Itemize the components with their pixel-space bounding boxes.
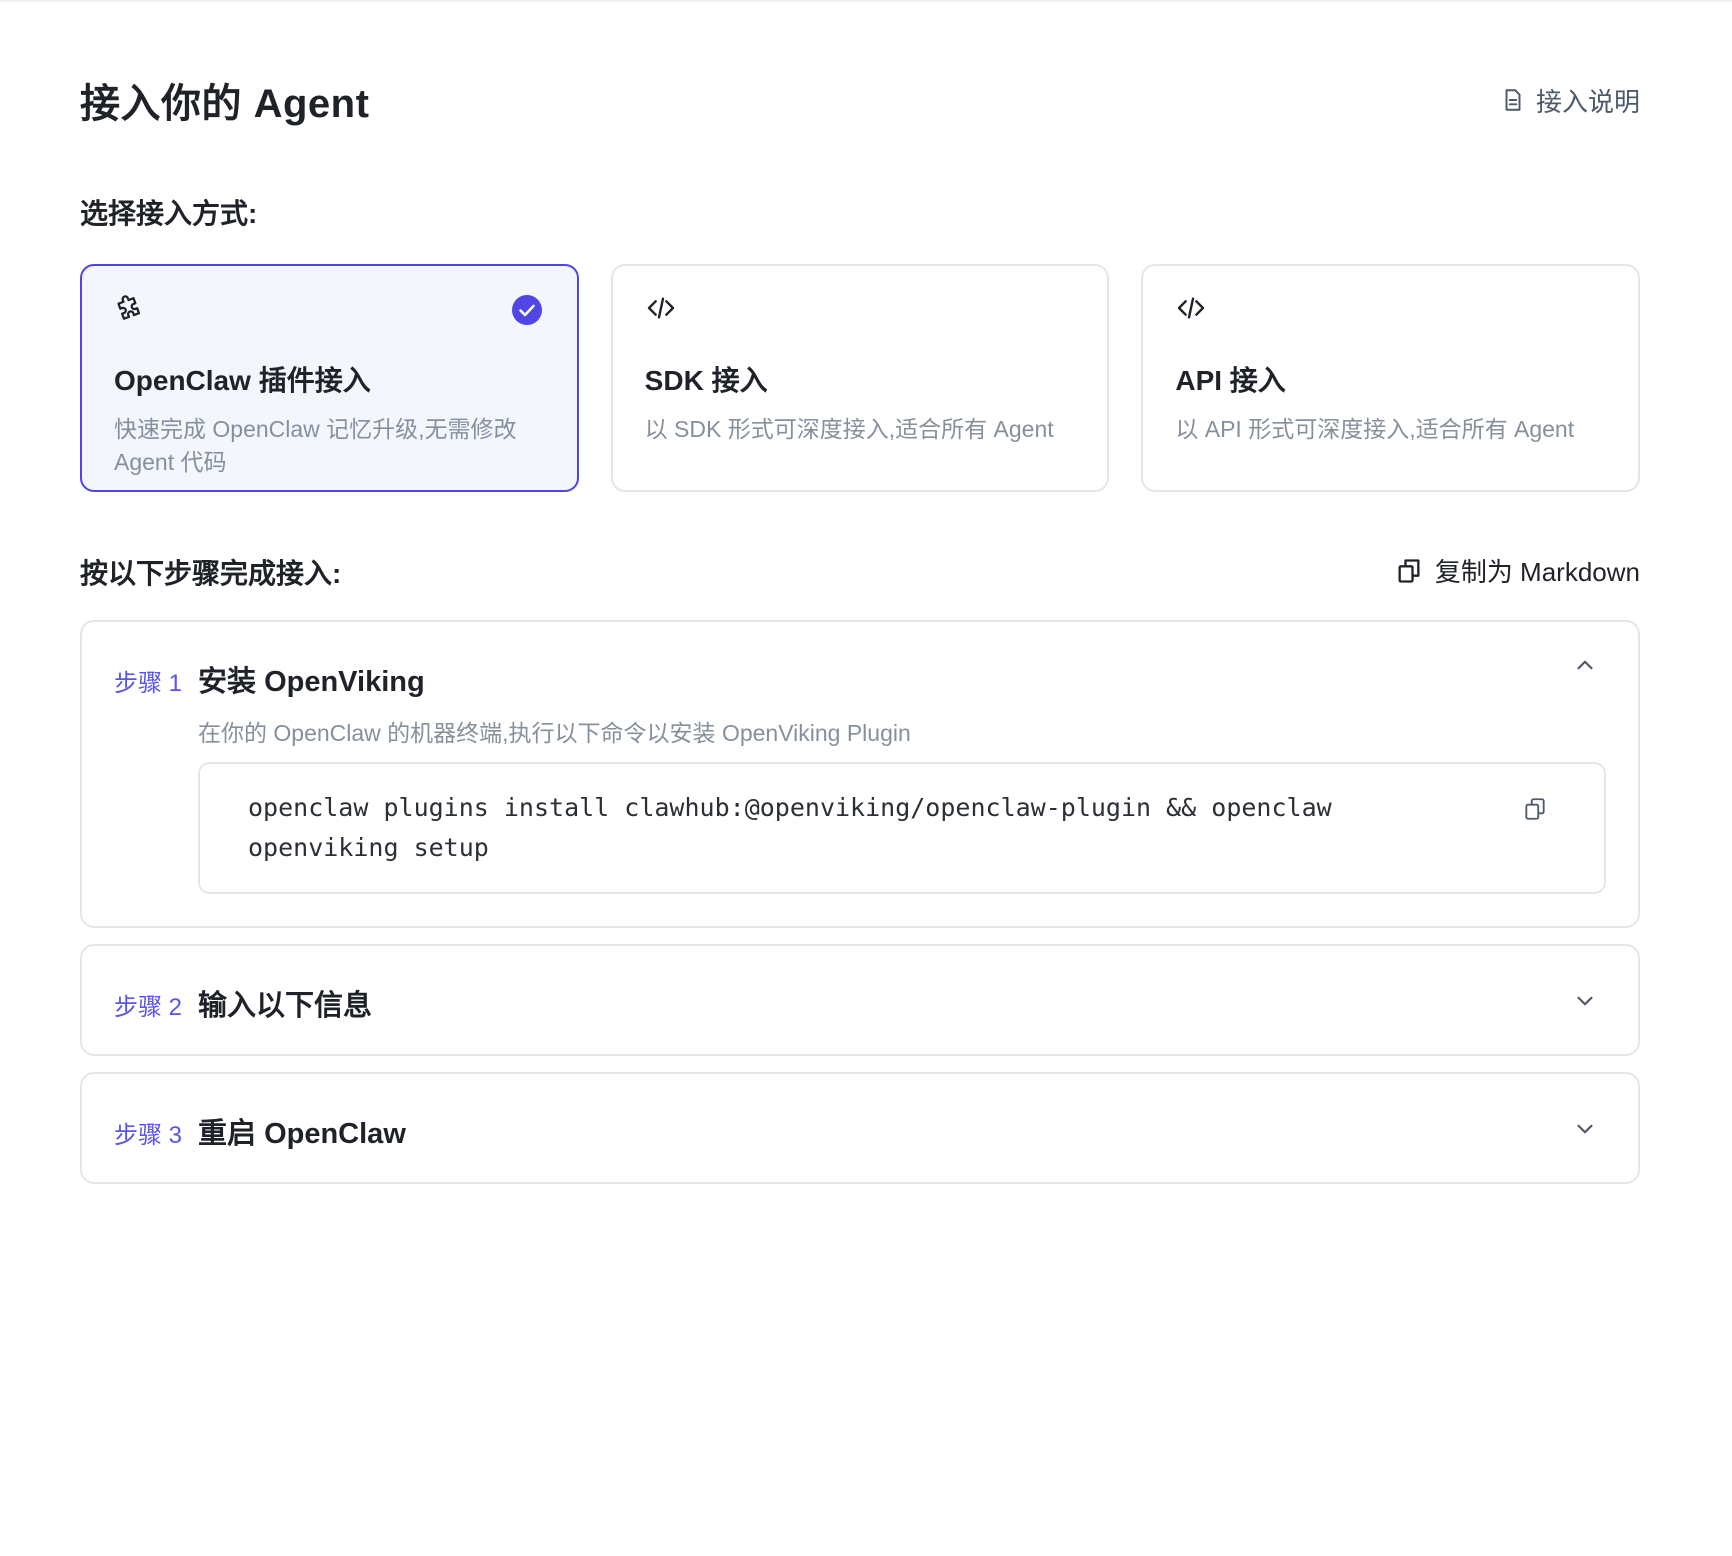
page: 接入你的 Agent 接入说明 选择接入方式: OpenClaw 插件接入 快速… bbox=[0, 0, 1732, 1556]
step-1-header[interactable]: 步骤 1 安装 OpenViking bbox=[114, 658, 425, 700]
step-number: 步骤 1 bbox=[114, 670, 183, 697]
mode-card-description: 以 API 形式可深度接入,适合所有 Agent bbox=[1175, 416, 1575, 442]
page-title: 接入你的 Agent bbox=[80, 82, 370, 126]
step-1-panel: 步骤 1 安装 OpenViking 在你的 OpenClaw 的机器终端,执行… bbox=[80, 620, 1640, 928]
copy-markdown-label: 复制为 Markdown bbox=[1434, 557, 1640, 587]
step-number: 步骤 2 bbox=[114, 994, 183, 1021]
step-title: 输入以下信息 bbox=[198, 990, 373, 1022]
step-title: 重启 OpenClaw bbox=[198, 1118, 406, 1150]
mode-card-openclaw[interactable]: OpenClaw 插件接入 快速完成 OpenClaw 记忆升级,无需修改 Ag… bbox=[80, 264, 579, 492]
code-icon bbox=[1178, 297, 1205, 319]
mode-card-title: SDK 接入 bbox=[644, 365, 768, 396]
puzzle-icon bbox=[117, 295, 141, 320]
top-divider bbox=[0, 0, 1732, 2]
guide-link-label: 接入说明 bbox=[1535, 86, 1640, 117]
document-icon bbox=[1505, 89, 1521, 111]
step-2-header[interactable]: 步骤 2 输入以下信息 bbox=[114, 982, 372, 1024]
check-circle-icon bbox=[511, 295, 542, 325]
mode-card-title: API 接入 bbox=[1175, 365, 1286, 396]
header: 接入你的 Agent 接入说明 bbox=[80, 72, 1640, 128]
step-title: 安装 OpenViking bbox=[198, 666, 425, 698]
copy-icon bbox=[1398, 558, 1420, 583]
mode-card-description: 以 SDK 形式可深度接入,适合所有 Agent bbox=[644, 416, 1054, 442]
mode-card-api[interactable]: API 接入 以 API 形式可深度接入,适合所有 Agent bbox=[1141, 264, 1641, 492]
copy-markdown-button[interactable]: 复制为 Markdown bbox=[1395, 552, 1640, 589]
mode-section-label: 选择接入方式: bbox=[80, 198, 258, 229]
mode-card-description: 快速完成 OpenClaw 记忆升级,无需修改 Agent 代码 bbox=[114, 416, 517, 475]
mode-card-sdk[interactable]: SDK 接入 以 SDK 形式可深度接入,适合所有 Agent bbox=[610, 264, 1110, 492]
step-2-panel: 步骤 2 输入以下信息 bbox=[80, 944, 1640, 1056]
command-text[interactable]: openclaw plugins install clawhub:@openvi… bbox=[248, 788, 1398, 868]
chevron-down-icon[interactable] bbox=[1572, 988, 1598, 1014]
step-3-header[interactable]: 步骤 3 重启 OpenClaw bbox=[114, 1110, 406, 1152]
step-description: 在你的 OpenClaw 的机器终端,执行以下命令以安装 OpenViking … bbox=[198, 720, 911, 746]
step-number: 步骤 3 bbox=[114, 1122, 183, 1149]
step-3-panel: 步骤 3 重启 OpenClaw bbox=[80, 1072, 1640, 1184]
mode-card-title: OpenClaw 插件接入 bbox=[114, 365, 371, 396]
chevron-up-icon[interactable] bbox=[1572, 652, 1598, 678]
chevron-down-icon[interactable] bbox=[1572, 1116, 1598, 1142]
copy-icon[interactable] bbox=[1522, 796, 1548, 822]
code-icon bbox=[647, 297, 674, 319]
steps-section-label: 按以下步骤完成接入: bbox=[80, 558, 342, 589]
guide-link[interactable]: 接入说明 bbox=[1500, 82, 1640, 119]
mode-options: OpenClaw 插件接入 快速完成 OpenClaw 记忆升级,无需修改 Ag… bbox=[80, 264, 1641, 492]
command-code-block: openclaw plugins install clawhub:@openvi… bbox=[198, 762, 1606, 894]
